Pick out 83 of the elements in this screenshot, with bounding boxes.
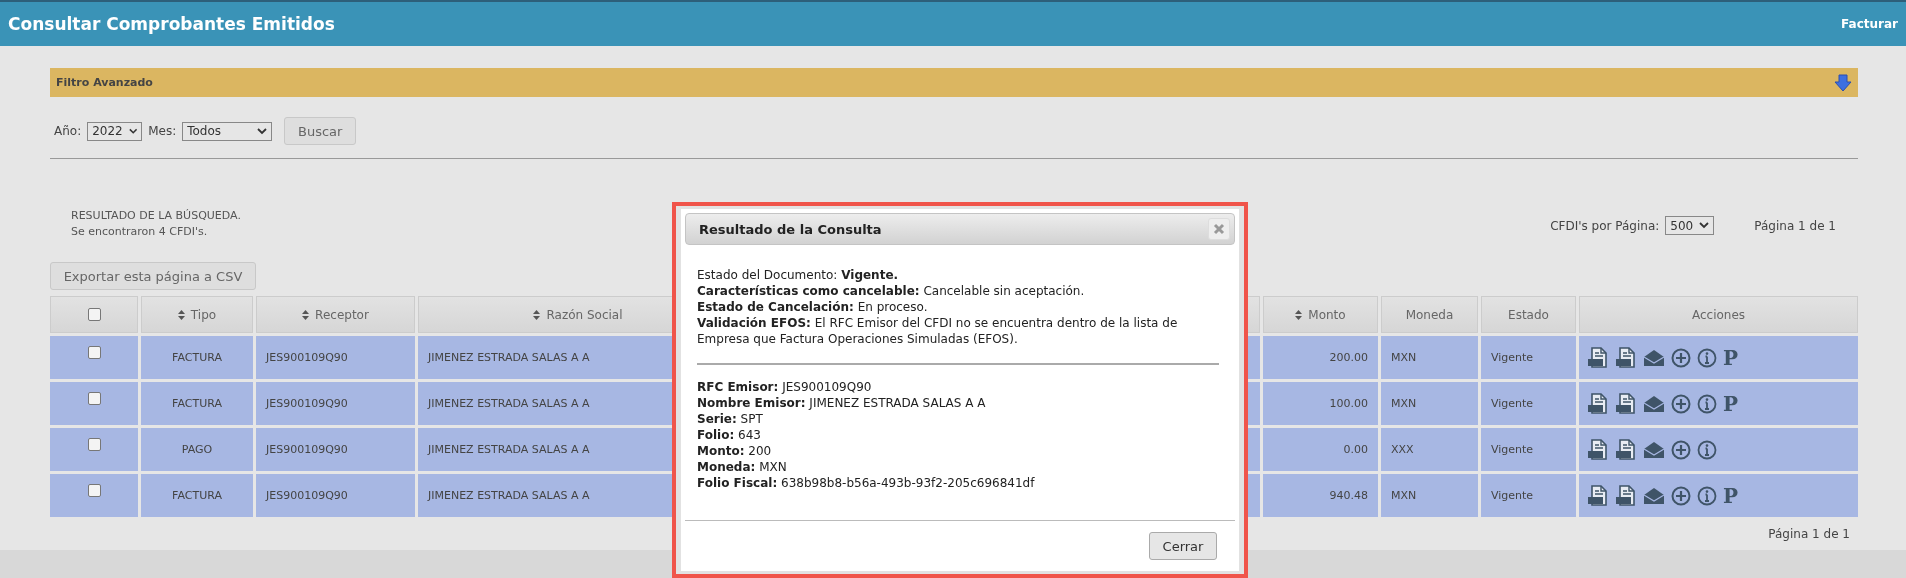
chevron-down-icon — [257, 127, 268, 135]
per-page-label: CFDI's por Página: — [1550, 218, 1660, 233]
table-cell: JES900109Q90 — [256, 336, 415, 379]
envelope-icon[interactable] — [1643, 486, 1665, 505]
table-cell: Vigente — [1481, 382, 1576, 425]
p-glyph-icon[interactable]: P — [1723, 485, 1739, 506]
row-checkbox[interactable] — [87, 346, 101, 359]
arrow-down-icon[interactable] — [1834, 73, 1852, 92]
plus-circle-icon[interactable] — [1671, 347, 1691, 368]
table-cell: 940.48 — [1263, 474, 1378, 517]
sort-icon[interactable] — [533, 309, 541, 320]
status-line: Características como cancelable: Cancelable sin aceptación. — [697, 283, 1086, 299]
xml-file-icon[interactable] — [1587, 484, 1609, 507]
year-label: Año: — [54, 124, 82, 138]
info-icon[interactable] — [1697, 485, 1717, 506]
table-cell: XXX — [1381, 428, 1478, 471]
table-cell: 200.00 — [1263, 336, 1378, 379]
row-checkbox[interactable] — [87, 438, 101, 451]
table-cell: MXN — [1381, 336, 1478, 379]
close-button[interactable] — [1208, 218, 1230, 240]
table-cell: MXN — [1381, 474, 1478, 517]
table-cell: JES900109Q90 — [256, 382, 415, 425]
dialog-title: Resultado de la Consulta — [699, 221, 882, 237]
table-cell: MXN — [1381, 382, 1478, 425]
table-cell: PAGO — [141, 428, 253, 471]
info-icon[interactable] — [1697, 347, 1717, 368]
pdf-file-icon[interactable] — [1615, 438, 1637, 461]
export-csv-button[interactable]: Exportar esta página a CSV — [50, 262, 256, 290]
year-select[interactable]: 2022 — [87, 121, 143, 141]
column-header[interactable]: Monto — [1263, 296, 1378, 333]
close-icon — [1213, 223, 1225, 235]
envelope-icon[interactable] — [1643, 440, 1665, 459]
sort-icon[interactable] — [1295, 309, 1303, 320]
xml-file-icon[interactable] — [1587, 392, 1609, 415]
table-cell: Vigente — [1481, 474, 1576, 517]
pdf-file-icon[interactable] — [1615, 346, 1637, 369]
column-header: Moneda — [1381, 296, 1478, 333]
column-header: Estado — [1481, 296, 1576, 333]
results-heading: RESULTADO DE LA BÚSQUEDA. — [71, 209, 241, 222]
sort-icon[interactable] — [302, 309, 310, 320]
row-checkbox[interactable] — [87, 392, 101, 405]
table-cell: Vigente — [1481, 428, 1576, 471]
info-icon[interactable] — [1697, 439, 1717, 460]
table-cell: Vigente — [1481, 336, 1576, 379]
column-header: Acciones — [1579, 296, 1858, 333]
page-title: Consultar Comprobantes Emitidos — [8, 14, 335, 34]
envelope-icon[interactable] — [1643, 348, 1665, 367]
column-header[interactable]: Receptor — [256, 296, 415, 333]
table-cell: 100.00 — [1263, 382, 1378, 425]
p-glyph-icon[interactable]: P — [1723, 347, 1739, 368]
table-cell: FACTURA — [141, 336, 253, 379]
row-checkbox[interactable] — [87, 484, 101, 497]
column-header[interactable]: Tipo — [141, 296, 253, 333]
page-info: Página 1 de 1 — [1754, 218, 1836, 233]
status-line: Estado del Documento: Vigente. — [697, 267, 900, 283]
filter-bar[interactable]: Filtro Avanzado — [50, 68, 1858, 97]
table-cell: FACTURA — [141, 474, 253, 517]
select-all-checkbox[interactable] — [87, 308, 101, 321]
results-count: Se encontraron 4 CFDI's. — [71, 225, 209, 238]
plus-circle-icon[interactable] — [1671, 485, 1691, 506]
chevron-down-icon — [128, 127, 138, 135]
search-button[interactable]: Buscar — [284, 117, 357, 145]
plus-circle-icon[interactable] — [1671, 393, 1691, 414]
envelope-icon[interactable] — [1643, 394, 1665, 413]
facturar-link[interactable]: Facturar — [1841, 17, 1898, 31]
page-info: Página 1 de 1 — [1768, 527, 1850, 541]
month-label: Mes: — [148, 124, 177, 138]
cerrar-button[interactable]: Cerrar — [1149, 532, 1217, 560]
month-select[interactable]: Todos — [182, 121, 273, 141]
pdf-file-icon[interactable] — [1615, 392, 1637, 415]
table-cell: 0.00 — [1263, 428, 1378, 471]
plus-circle-icon[interactable] — [1671, 439, 1691, 460]
sort-icon[interactable] — [177, 309, 185, 320]
chevron-down-icon — [1699, 222, 1710, 229]
xml-file-icon[interactable] — [1587, 346, 1609, 369]
table-cell: FACTURA — [141, 382, 253, 425]
xml-file-icon[interactable] — [1587, 438, 1609, 461]
info-icon[interactable] — [1697, 393, 1717, 414]
table-cell: JES900109Q90 — [256, 474, 415, 517]
p-glyph-icon[interactable]: P — [1723, 393, 1739, 414]
pdf-file-icon[interactable] — [1615, 484, 1637, 507]
table-cell: JES900109Q90 — [256, 428, 415, 471]
per-page-select[interactable]: 500 — [1665, 216, 1715, 235]
